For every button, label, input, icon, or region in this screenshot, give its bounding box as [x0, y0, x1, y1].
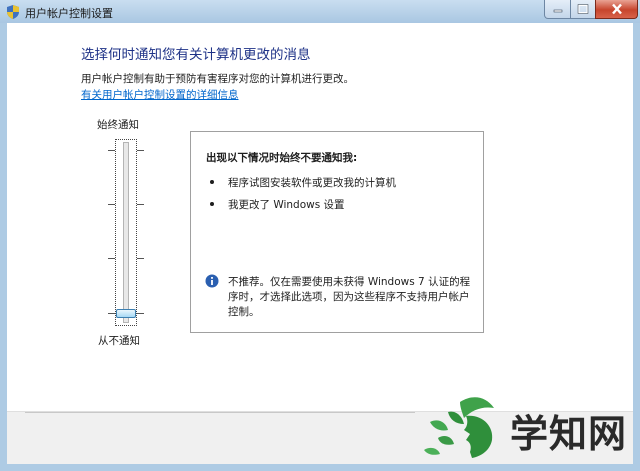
slider-tick — [137, 258, 144, 259]
slider-tick — [108, 150, 115, 151]
list-item: 程序试图安装软件或更改我的计算机 — [228, 177, 396, 189]
page-title: 选择何时通知您有关计算机更改的消息 — [81, 47, 311, 63]
bullet-dot — [210, 180, 214, 184]
window-title: 用户帐户控制设置 — [25, 7, 113, 20]
footer-separator — [25, 412, 415, 413]
close-icon — [611, 3, 622, 15]
bullet-dot — [210, 202, 214, 206]
panel-heading: 出现以下情况时始终不要通知我: — [206, 152, 358, 164]
warning-note-line: 序时，才选择此选项，因为这些程序不支持用户帐户 — [228, 291, 470, 303]
warning-note-line: 不推荐。仅在需要使用未获得 Windows 7 认证的程 — [228, 276, 471, 288]
info-icon — [205, 274, 219, 288]
list-item: 我更改了 Windows 设置 — [228, 199, 345, 211]
window-frame-bottom — [0, 464, 640, 471]
warning-note-line: 控制。 — [228, 306, 260, 318]
page-description: 用户帐户控制有助于预防有害程序对您的计算机进行更改。 — [81, 73, 354, 85]
close-button[interactable] — [595, 0, 638, 19]
slider-tick — [137, 313, 144, 314]
slider-tick — [108, 313, 115, 314]
slider-tick — [137, 204, 144, 205]
leaf-face-logo — [424, 397, 494, 458]
slider-top-label: 始终通知 — [97, 119, 139, 131]
notification-level-slider-thumb[interactable] — [116, 309, 136, 318]
slider-tick — [108, 258, 115, 259]
slider-tick — [108, 204, 115, 205]
slider-bottom-label: 从不通知 — [98, 335, 140, 347]
minimize-button[interactable] — [544, 0, 571, 19]
minimize-icon — [553, 9, 562, 13]
maximize-button[interactable] — [570, 0, 596, 19]
shield-icon — [7, 5, 19, 19]
title-bar[interactable]: 用户帐户控制设置 — [0, 0, 640, 23]
watermark-text: 学知网 — [510, 411, 628, 456]
slider-track[interactable] — [123, 142, 129, 323]
maximize-icon — [577, 4, 589, 14]
uac-details-link[interactable]: 有关用户帐户控制设置的详细信息 — [81, 87, 239, 102]
uac-settings-window: 用户帐户控制设置 选择何时通知您有关计算机更改的消息 用户帐户控制有助于预防有害… — [0, 0, 640, 471]
slider-tick — [137, 150, 144, 151]
